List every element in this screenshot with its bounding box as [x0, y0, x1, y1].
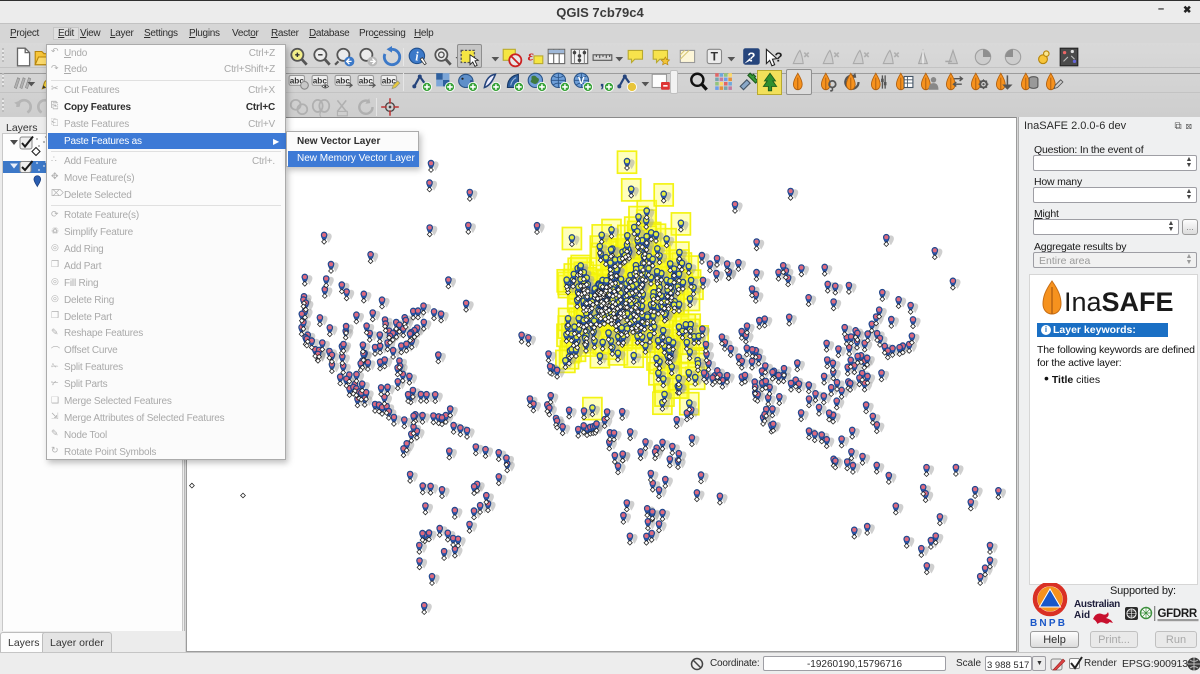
- svg-text:abc: abc: [359, 77, 374, 86]
- svg-text:T: T: [711, 49, 719, 63]
- svg-text:ε: ε: [528, 48, 534, 64]
- svg-text:?: ?: [774, 49, 782, 64]
- svg-text:?: ?: [747, 49, 755, 64]
- svg-text:abc: abc: [336, 77, 351, 86]
- svg-text:BNPB: BNPB: [1030, 618, 1067, 629]
- svg-text:Australian: Australian: [1074, 599, 1120, 610]
- svg-text:Aid: Aid: [1074, 610, 1090, 621]
- svg-text:InaSAFE: InaSAFE: [1064, 287, 1174, 317]
- svg-text:,: ,: [600, 71, 605, 90]
- svg-text:GFDRR: GFDRR: [1158, 608, 1198, 620]
